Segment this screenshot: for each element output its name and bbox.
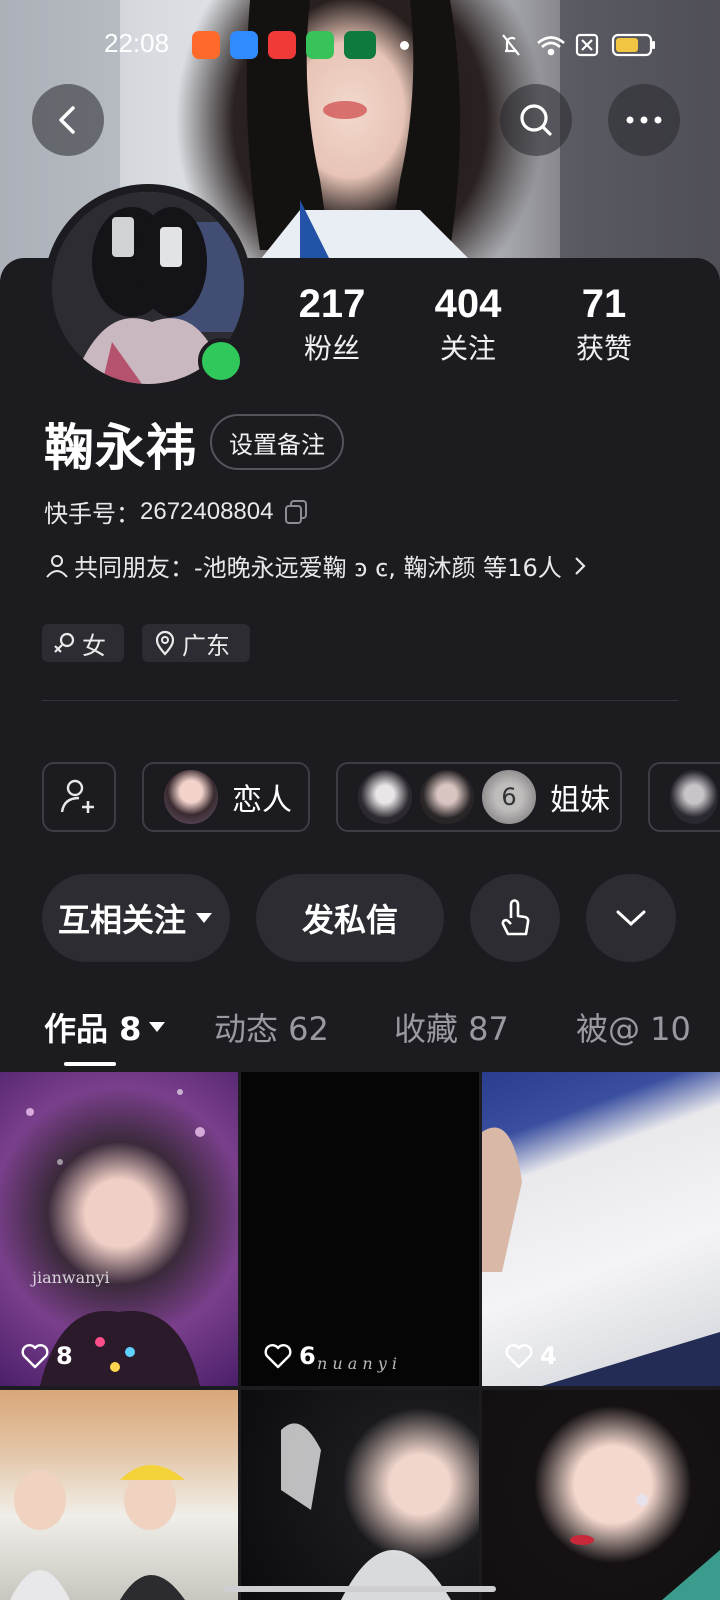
video-thumbnail[interactable]: jianwanyi 8 (0, 1072, 238, 1386)
like-count-value: 4 (540, 1342, 557, 1370)
tab-moments[interactable]: 动态 62 (214, 1004, 329, 1050)
chevron-down-icon (616, 910, 646, 927)
notification-store-icon (306, 31, 334, 59)
heart-icon (264, 1344, 292, 1369)
female-icon (54, 632, 75, 653)
user-id-value: 2672408804 (140, 497, 274, 525)
stat-value: 217 (298, 282, 366, 326)
stat-label: 获赞 (575, 332, 632, 365)
video-thumbnail[interactable] (482, 1390, 720, 1600)
online-status-dot (198, 338, 244, 384)
status-time: 22:08 (104, 28, 170, 58)
sim-x-icon (575, 33, 599, 57)
heart-icon (21, 1344, 49, 1369)
relation-label: 姐妹 (550, 783, 610, 818)
search-button[interactable] (500, 84, 572, 156)
user-id-label: 快手号： (44, 500, 140, 528)
notification-music-icon (268, 31, 296, 59)
mutual-follow-label: 互相关注 (57, 901, 186, 939)
relation-avatar (162, 768, 220, 826)
tab-active-indicator (64, 1062, 116, 1066)
notification-app-icon (192, 31, 220, 59)
poke-button[interactable] (470, 874, 560, 962)
video-thumbnail[interactable] (241, 1390, 479, 1600)
copy-icon[interactable] (283, 499, 309, 525)
gender-tag-label: 女 (82, 631, 106, 660)
like-count-value: 8 (56, 1342, 73, 1370)
location-tag: 广东 (142, 624, 250, 662)
chevron-right-icon (574, 556, 586, 575)
tab-label: 作品 8 (44, 1010, 142, 1048)
mutual-friends-label: 共同朋友： (74, 554, 194, 582)
add-relation-button[interactable] (42, 762, 116, 832)
add-person-icon (60, 779, 94, 813)
like-count: 4 (504, 1342, 557, 1370)
wifi-icon (537, 36, 565, 56)
send-message-button[interactable]: 发私信 (256, 874, 444, 962)
notification-app-icon (230, 31, 258, 59)
user-id-row: 快手号： 2672408804 (44, 494, 309, 529)
relation-avatar: 6 (480, 768, 538, 826)
mutual-friends-value: -池晚永远爱鞠 ͽ ͼ, 鞠沐颜 等16人 (194, 554, 562, 582)
status-bar: 22:08 (0, 0, 720, 90)
battery-icon (611, 33, 655, 57)
relation-avatar (418, 768, 476, 826)
caret-down-icon (196, 913, 212, 923)
stat-followers[interactable]: 217 粉丝 (262, 282, 402, 367)
heart-icon (505, 1344, 533, 1369)
stat-likes[interactable]: 71 获赞 (534, 282, 674, 367)
person-icon (46, 554, 68, 578)
more-notifications-dot-icon (400, 41, 409, 50)
divider (42, 700, 678, 701)
location-pin-icon (155, 630, 175, 656)
mutual-follow-button[interactable]: 互相关注 (42, 874, 230, 962)
stat-following[interactable]: 404 关注 (398, 282, 538, 367)
like-count: 8 (20, 1342, 73, 1370)
mutual-friends-row[interactable]: 共同朋友： -池晚永远爱鞠 ͽ ͼ, 鞠沐颜 等16人 (44, 548, 590, 583)
gender-tag: 女 (42, 624, 124, 662)
status-icons (502, 33, 655, 57)
watermark-text: jianwanyi (32, 1268, 110, 1287)
like-count-value: 6 (299, 1342, 316, 1370)
tap-finger-icon (501, 899, 530, 936)
tab-mentions[interactable]: 被@ 10 (576, 1004, 691, 1050)
profile-name: 鞠永祎 (44, 419, 197, 477)
stat-value: 404 (434, 282, 502, 326)
relation-avatar (668, 768, 720, 826)
more-dots-icon (626, 116, 662, 124)
video-thumbnail[interactable] (0, 1390, 238, 1600)
more-options-button[interactable] (608, 84, 680, 156)
stat-value: 71 (581, 282, 627, 326)
like-count: 6 (263, 1342, 316, 1370)
tab-favorites[interactable]: 收藏 87 (394, 1004, 509, 1050)
expand-recommend-button[interactable] (586, 874, 676, 962)
back-button[interactable] (32, 84, 104, 156)
relation-lover[interactable]: 恋人 (142, 762, 310, 832)
notification-oppo-icon (344, 31, 376, 59)
stat-label: 关注 (439, 332, 496, 365)
relation-avatar (356, 768, 414, 826)
stat-label: 粉丝 (303, 332, 360, 365)
video-thumbnail[interactable]: n u a n y i 6 (241, 1072, 479, 1386)
relation-more[interactable] (648, 762, 720, 832)
caret-down-icon (149, 1022, 166, 1032)
set-remark-button[interactable]: 设置备注 (210, 414, 344, 470)
location-tag-label: 广东 (182, 631, 230, 660)
tab-works[interactable]: 作品 8 (44, 1004, 167, 1050)
video-thumbnail[interactable]: 4 (482, 1072, 720, 1386)
mute-bell-icon (502, 34, 520, 56)
relation-sisters[interactable]: 6 姐妹 (336, 762, 622, 832)
chevron-left-icon (59, 106, 75, 134)
home-gesture-bar[interactable] (224, 1586, 496, 1592)
relation-label: 恋人 (232, 783, 292, 818)
watermark-text: n u a n y i (317, 1354, 398, 1373)
search-icon (520, 104, 552, 136)
